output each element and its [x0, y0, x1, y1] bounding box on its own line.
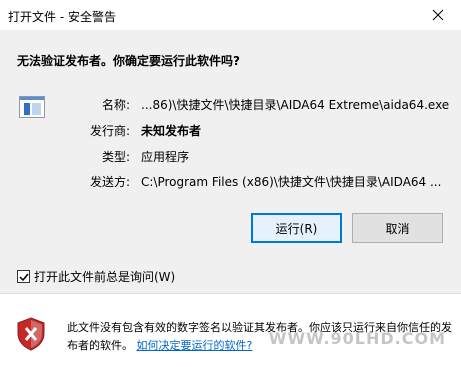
- always-ask-label: 打开此文件前总是询问(W): [34, 270, 176, 284]
- dialog-body: 无法验证发布者。你确定要运行此软件吗? 名称: ...86)\快捷文件\快捷目录…: [0, 30, 461, 293]
- name-value: ...86)\快捷文件\快捷目录\AIDA64 Extreme\aida64.e…: [141, 98, 450, 112]
- name-label: 名称:: [101, 98, 130, 112]
- warning-footer: 此文件没有包含有效的数字签名以验证其发布者。你应该只运行来自你信任的发布者的软件…: [0, 293, 461, 367]
- always-ask-checkbox[interactable]: [17, 270, 30, 283]
- type-value: 应用程序: [141, 150, 190, 164]
- help-link[interactable]: 如何决定要运行的软件?: [137, 339, 253, 352]
- publisher-value: 未知发布者: [141, 124, 202, 138]
- title-bar: 打开文件 - 安全警告: [0, 0, 461, 30]
- close-icon: [432, 9, 444, 21]
- shield-warning-icon: [17, 317, 45, 351]
- application-icon: [19, 96, 45, 118]
- checkmark-icon: [18, 273, 29, 281]
- always-ask-option[interactable]: 打开此文件前总是询问(W): [17, 268, 175, 285]
- security-question: 无法验证发布者。你确定要运行此软件吗?: [17, 54, 240, 68]
- type-label: 类型:: [101, 150, 130, 164]
- close-button[interactable]: [415, 0, 461, 30]
- watermark: WWW.90LHD.COM: [268, 329, 446, 348]
- publisher-label: 发行商:: [89, 124, 130, 138]
- from-value: C:\Program Files (x86)\快捷文件\快捷目录\AIDA64 …: [141, 175, 442, 189]
- run-button[interactable]: 运行(R): [251, 213, 342, 243]
- from-label: 发送方:: [89, 175, 130, 189]
- cancel-button[interactable]: 取消: [352, 213, 443, 243]
- window-title: 打开文件 - 安全警告: [8, 10, 116, 24]
